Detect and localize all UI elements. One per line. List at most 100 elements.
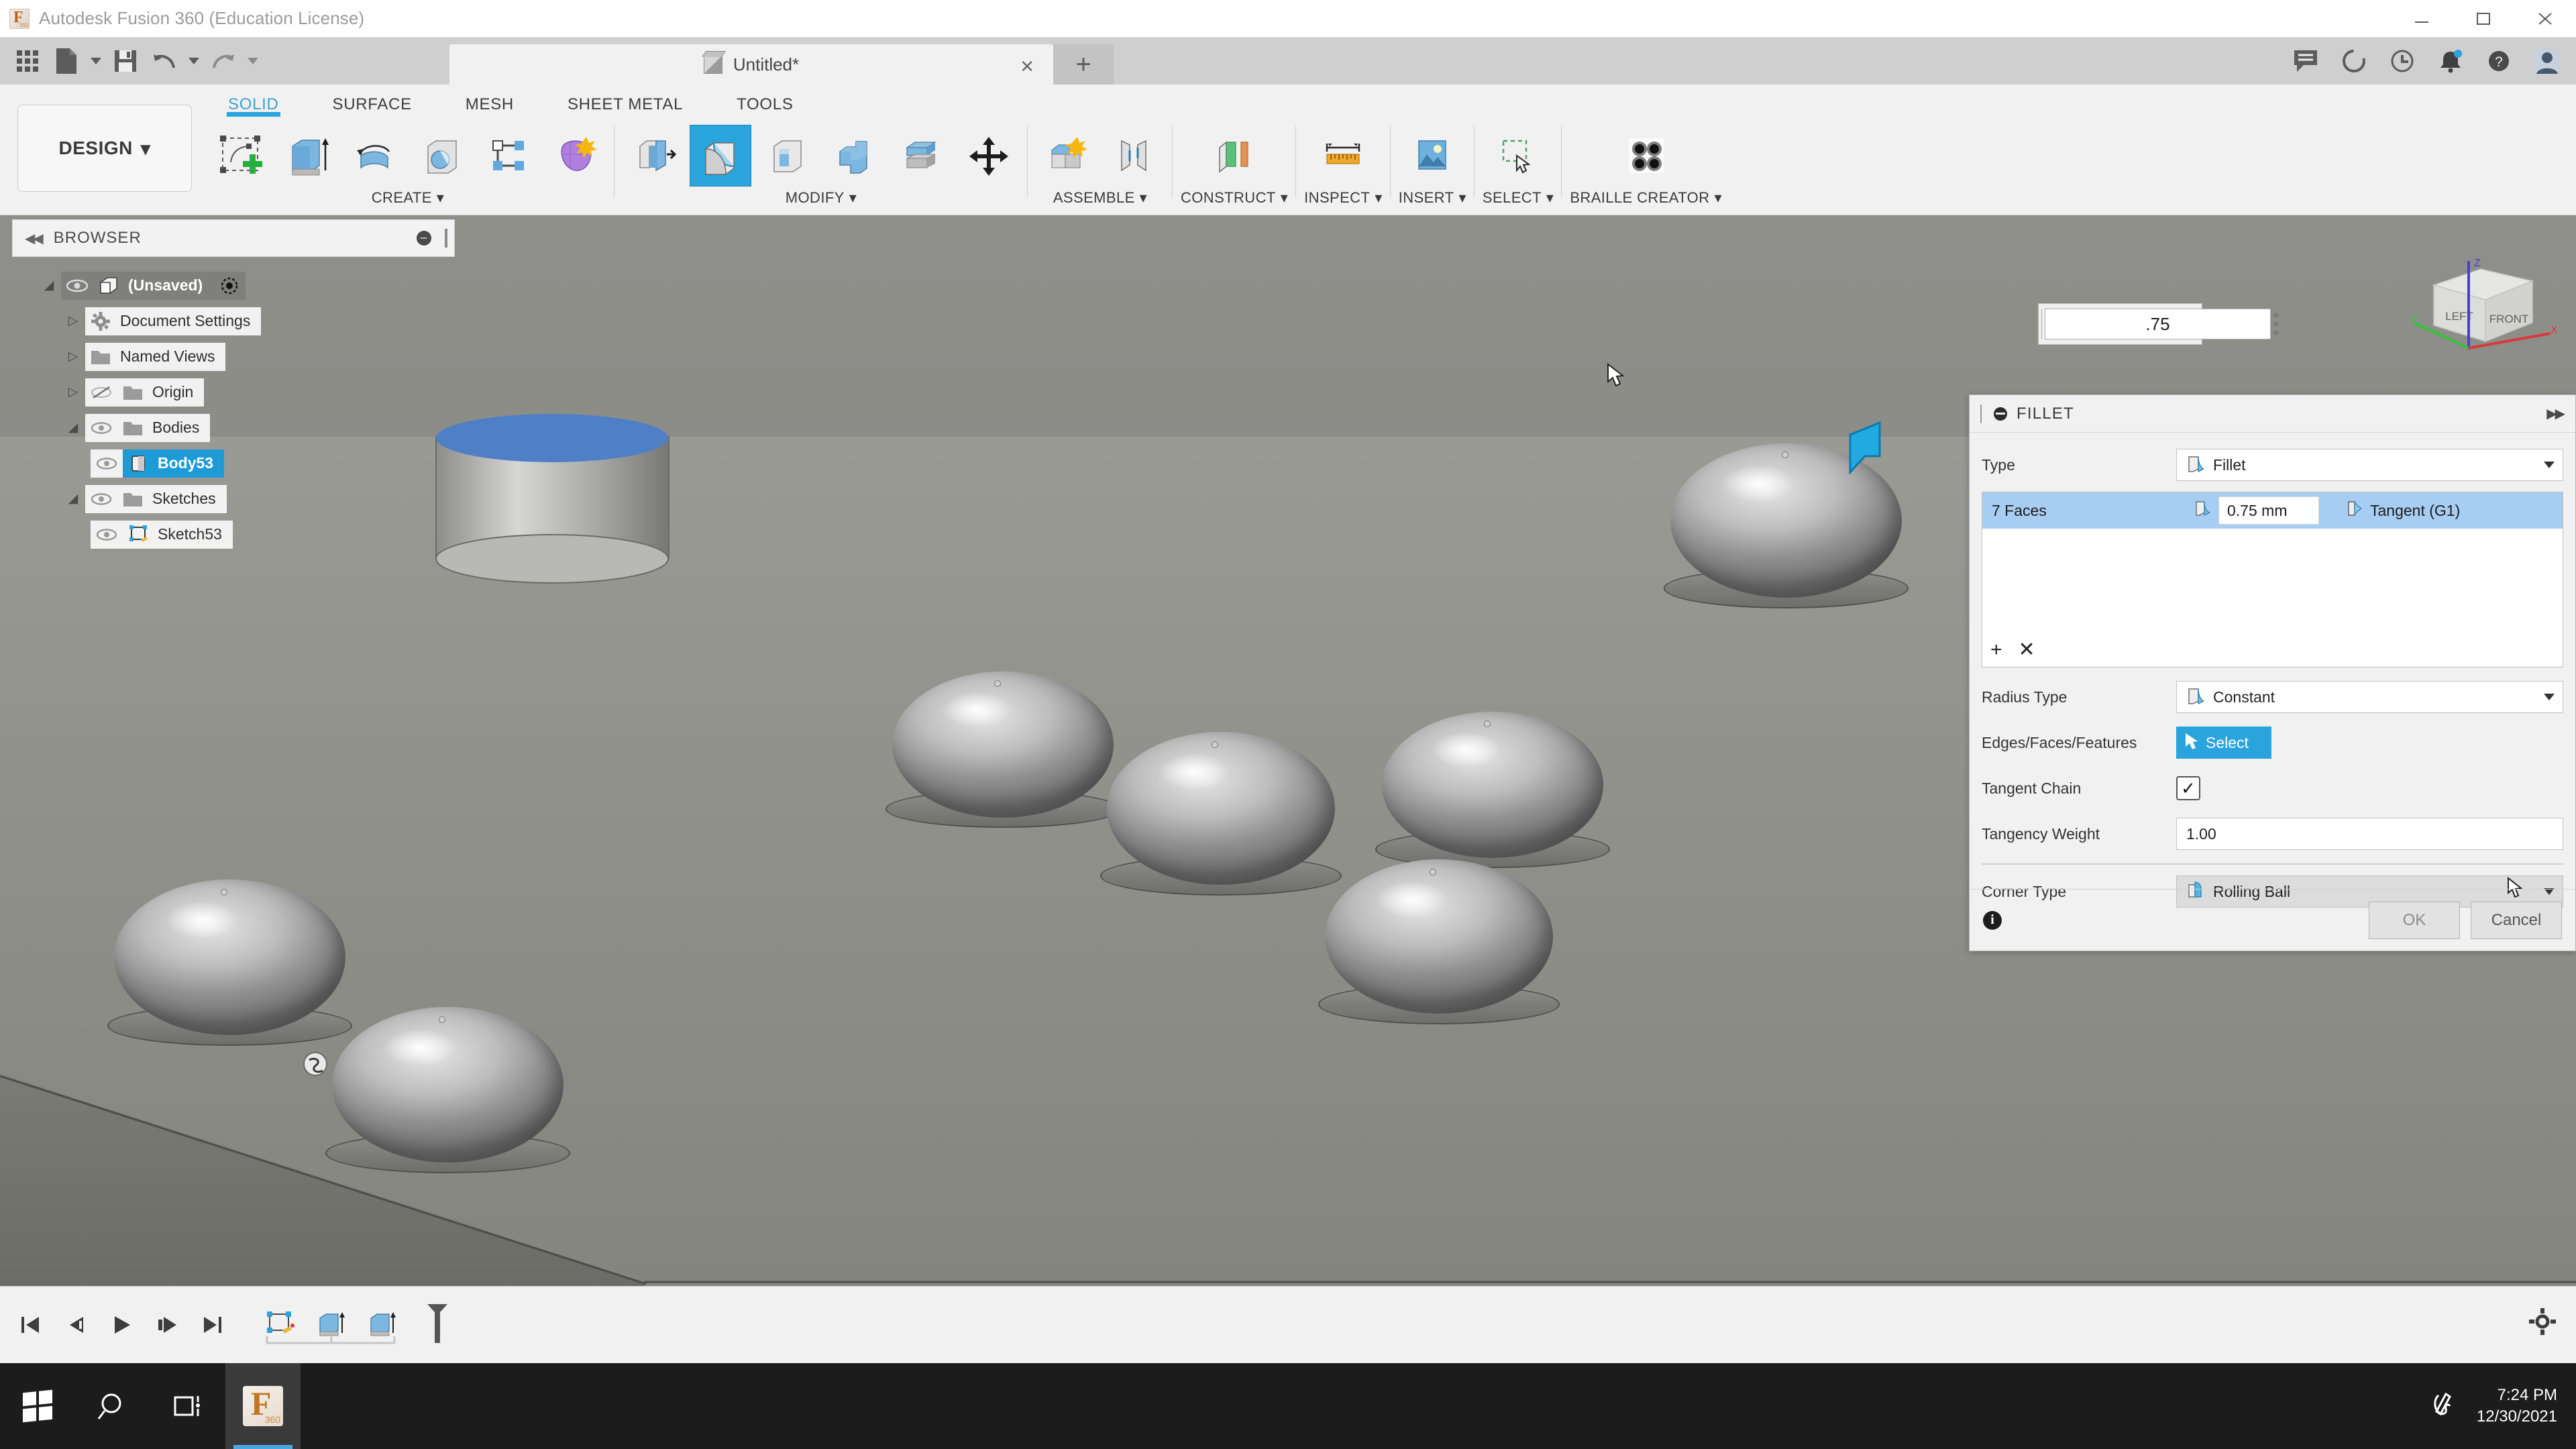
new-component-icon[interactable] (1036, 125, 1097, 186)
app-grid-icon[interactable] (9, 42, 46, 80)
offset-plane-icon[interactable] (1203, 125, 1265, 186)
expand-arrow-icon[interactable]: ◢ (61, 420, 85, 435)
move-copy-icon[interactable] (958, 125, 1020, 186)
dome-feature[interactable] (1318, 859, 1560, 1025)
undo-caret-down-icon[interactable] (185, 42, 203, 80)
undo-icon[interactable] (146, 42, 182, 80)
ribbon-group-construct-label[interactable]: CONSTRUCT ▾ (1181, 189, 1288, 207)
task-view-icon[interactable] (150, 1363, 225, 1449)
maximize-icon[interactable] (2453, 0, 2514, 38)
timeline-settings-icon[interactable] (2528, 1307, 2557, 1340)
ribbon-group-modify-label[interactable]: MODIFY ▾ (786, 189, 857, 207)
drag-grip-icon[interactable] (2041, 309, 2042, 339)
tab-sheet-metal[interactable]: SHEET METAL (541, 90, 710, 114)
windows-start-icon[interactable] (0, 1363, 75, 1449)
new-document-tab-button[interactable]: + (1053, 44, 1114, 85)
dialog-drag-grip[interactable] (1980, 404, 1984, 423)
tree-item-body53[interactable]: Body53 (37, 445, 466, 481)
select-button[interactable]: Select (2176, 727, 2271, 759)
collapse-arrow-icon[interactable]: ▷ (61, 384, 85, 400)
play-icon[interactable] (106, 1306, 137, 1344)
job-status-icon[interactable] (2333, 40, 2375, 82)
tangent-chain-checkbox[interactable]: ✓ (2176, 776, 2200, 800)
workspace-switcher-button[interactable]: DESIGN ▾ (17, 105, 192, 192)
taskbar-app-fusion360[interactable] (225, 1363, 301, 1449)
expand-arrow-icon[interactable]: ◢ (61, 491, 85, 506)
view-cube[interactable]: LEFT FRONT Z Y X (2395, 256, 2569, 356)
tree-item-sketches[interactable]: ◢ Sketches (37, 481, 466, 517)
minimize-circle-icon[interactable]: – (417, 231, 431, 246)
tree-item-sketch53[interactable]: Sketch53 (37, 517, 466, 552)
rectangular-pattern-icon[interactable] (478, 125, 539, 186)
collapse-left-icon[interactable]: ◀◀ (25, 230, 44, 247)
search-icon[interactable] (75, 1363, 150, 1449)
tab-mesh[interactable]: MESH (439, 90, 541, 114)
insert-image-icon[interactable] (1401, 125, 1463, 186)
add-selection-button[interactable]: + (1990, 639, 2002, 661)
visibility-hidden-eye-icon[interactable] (85, 386, 117, 399)
ok-button[interactable]: OK (2369, 901, 2460, 939)
document-tab[interactable]: Untitled* ✕ (449, 44, 1053, 85)
expand-arrow-icon[interactable]: ◢ (37, 278, 61, 293)
tree-item-named-views[interactable]: ▷ Named Views (37, 339, 466, 374)
combine-icon[interactable] (824, 125, 885, 186)
split-face-icon[interactable] (891, 125, 953, 186)
tree-item-bodies[interactable]: ◢ Bodies (37, 410, 466, 445)
tree-item-document-settings[interactable]: ▷ Document Settings (37, 303, 466, 339)
fillet-radius-value[interactable]: 0.75 mm (2218, 496, 2319, 525)
taskbar-clock[interactable]: 7:24 PM 12/30/2021 (2477, 1385, 2557, 1428)
tab-tools[interactable]: TOOLS (710, 90, 820, 114)
shell-icon[interactable] (757, 125, 818, 186)
go-to-beginning-icon[interactable] (15, 1306, 46, 1344)
fillet-type-dropdown[interactable]: Fillet (2176, 449, 2563, 481)
dome-feature[interactable] (1375, 712, 1610, 869)
dome-feature[interactable] (1099, 732, 1342, 896)
press-pull-icon[interactable] (623, 125, 684, 186)
visibility-eye-icon[interactable] (85, 421, 117, 435)
recent-activity-icon[interactable] (2381, 40, 2423, 82)
redo-caret-down-icon[interactable] (244, 42, 262, 80)
radius-value-input[interactable] (2045, 309, 2271, 339)
fillet-icon[interactable] (690, 125, 751, 186)
close-icon[interactable] (2514, 0, 2576, 38)
step-forward-icon[interactable] (152, 1306, 182, 1344)
tree-item-origin[interactable]: ▷ Origin (37, 374, 466, 410)
measure-icon[interactable] (1312, 125, 1374, 186)
tree-item-unsaved[interactable]: ◢ (Unsaved) (37, 268, 466, 303)
tangency-weight-input[interactable]: 1.00 (2176, 818, 2563, 850)
expand-right-icon[interactable]: ▶▶ (2546, 405, 2565, 422)
ribbon-group-create-label[interactable]: CREATE ▾ (372, 189, 444, 207)
save-icon[interactable] (107, 42, 144, 80)
ribbon-group-select-label[interactable]: SELECT ▾ (1483, 189, 1554, 207)
sweep-hole-icon[interactable] (411, 125, 472, 186)
redo-icon[interactable] (205, 42, 241, 80)
cancel-button[interactable]: Cancel (2471, 901, 2562, 939)
tab-surface[interactable]: SURFACE (306, 90, 439, 114)
tab-solid[interactable]: SOLID (201, 90, 306, 117)
new-file-icon[interactable] (48, 42, 85, 80)
document-tab-close-icon[interactable]: ✕ (1020, 56, 1034, 77)
remove-selection-button[interactable]: ✕ (2019, 638, 2035, 661)
ribbon-group-braille-label[interactable]: BRAILLE CREATOR ▾ (1570, 189, 1722, 207)
collapse-arrow-icon[interactable]: ▷ (61, 313, 85, 329)
dome-feature[interactable] (107, 879, 353, 1046)
notifications-icon[interactable] (2430, 40, 2471, 82)
dimension-value-input[interactable] (2038, 303, 2279, 345)
activate-component-icon[interactable] (213, 276, 246, 296)
visibility-eye-icon[interactable] (91, 528, 123, 541)
user-avatar-icon[interactable] (2526, 40, 2568, 82)
braille-dots-icon[interactable] (1615, 125, 1677, 186)
select-window-icon[interactable] (1487, 125, 1549, 186)
help-icon[interactable]: ? (2478, 40, 2520, 82)
joint-icon[interactable] (1103, 125, 1165, 186)
ribbon-group-insert-label[interactable]: INSERT ▾ (1399, 189, 1466, 207)
collapse-arrow-icon[interactable]: ▷ (61, 349, 85, 364)
visibility-eye-icon[interactable] (91, 457, 123, 470)
step-back-icon[interactable] (60, 1306, 91, 1344)
more-options-icon[interactable] (2273, 313, 2279, 335)
new-file-caret-down-icon[interactable] (87, 42, 105, 80)
info-icon[interactable]: i (1983, 910, 2002, 930)
radius-type-dropdown[interactable]: Constant (2176, 681, 2563, 713)
revolve-icon[interactable] (343, 125, 405, 186)
panel-resize-grip[interactable] (445, 229, 447, 248)
